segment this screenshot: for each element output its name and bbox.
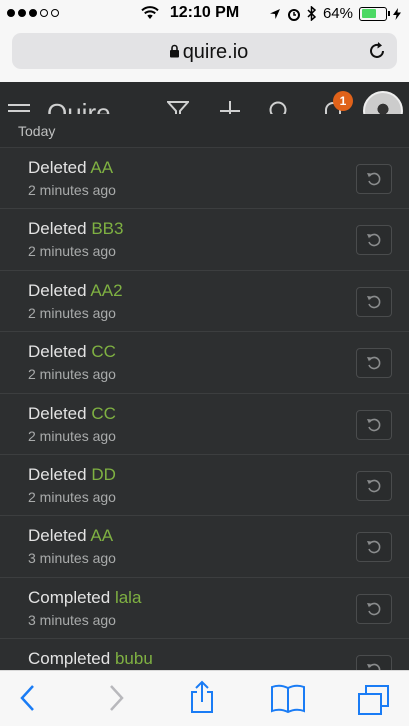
url-text: quire.io (12, 41, 397, 64)
item-action: Deleted (28, 342, 87, 362)
item-description: Completed lala (28, 588, 141, 608)
item-action: Deleted (28, 158, 87, 177)
undo-button[interactable] (356, 225, 392, 256)
browser-chrome: 12:10 PM 64% quire.io (0, 0, 409, 82)
list-item: Deleted AA 2 minutes ago (0, 148, 409, 210)
item-target-link[interactable]: CC (91, 404, 116, 423)
browser-toolbar (0, 670, 409, 726)
item-target-link[interactable]: AA (90, 158, 113, 177)
undo-icon (367, 295, 381, 309)
item-action: Completed (28, 587, 111, 607)
item-time: 2 minutes ago (28, 488, 116, 505)
forward-icon[interactable] (106, 684, 126, 712)
undo-icon (367, 418, 381, 431)
item-target-link[interactable]: bubu (115, 649, 153, 668)
item-time: 2 minutes ago (28, 366, 116, 383)
item-action: Completed (28, 649, 111, 669)
charging-icon (393, 7, 401, 20)
address-bar[interactable]: quire.io (12, 33, 397, 69)
item-action: Deleted (28, 403, 87, 423)
list-item: Deleted BB3 2 minutes ago (0, 209, 409, 271)
status-bar: 12:10 PM 64% (0, 0, 409, 28)
item-target-link[interactable]: AA2 (90, 281, 122, 300)
undo-button[interactable] (356, 655, 392, 670)
undo-button[interactable] (356, 164, 392, 194)
undo-icon (367, 172, 381, 186)
item-description: Deleted AA2 (28, 281, 123, 301)
undo-button[interactable] (356, 532, 392, 563)
list-item: Deleted AA 3 minutes ago (0, 516, 409, 578)
item-time: 2 minutes ago (28, 304, 116, 321)
list-item: Deleted CC 2 minutes ago (0, 332, 409, 394)
item-description: Deleted DD (28, 465, 116, 485)
undo-icon (367, 234, 381, 247)
list-item: Completed bubu (0, 639, 409, 670)
undo-icon (367, 479, 381, 493)
activity-list: Deleted AA 2 minutes ago Deleted BB3 2 m… (0, 148, 409, 670)
item-description: Deleted AA (28, 158, 113, 178)
undo-button[interactable] (356, 470, 392, 501)
item-target-link[interactable]: DD (91, 465, 116, 484)
item-description: Deleted CC (28, 342, 116, 362)
section-title: Today (18, 123, 56, 139)
section-header: Today (0, 114, 409, 148)
undo-button[interactable] (356, 409, 392, 440)
notification-badge[interactable]: 1 (333, 91, 353, 111)
undo-button[interactable] (356, 593, 392, 624)
share-icon[interactable] (188, 680, 216, 714)
item-description: Completed bubu (28, 649, 153, 669)
bookmarks-icon[interactable] (270, 684, 306, 714)
list-item: Completed lala 3 minutes ago (0, 578, 409, 640)
item-description: Deleted BB3 (28, 219, 123, 239)
undo-icon (367, 663, 381, 670)
list-item: Deleted AA2 2 minutes ago (0, 271, 409, 333)
bluetooth-icon (307, 6, 317, 21)
undo-icon (367, 541, 381, 554)
item-action: Deleted (28, 280, 87, 300)
app-header: Quire 1 (0, 82, 409, 118)
undo-icon (367, 602, 381, 615)
list-item: Deleted DD 2 minutes ago (0, 455, 409, 517)
alarm-icon (287, 8, 300, 21)
reload-icon[interactable] (367, 41, 387, 61)
item-description: Deleted AA (28, 526, 113, 546)
back-icon[interactable] (18, 684, 38, 712)
item-target-link[interactable]: AA (90, 526, 113, 545)
item-time: 3 minutes ago (28, 611, 116, 628)
status-indicators: 64% (269, 5, 401, 22)
item-action: Deleted (28, 526, 87, 546)
list-item: Deleted CC 2 minutes ago (0, 394, 409, 455)
item-action: Deleted (28, 219, 87, 239)
item-time: 2 minutes ago (28, 243, 116, 260)
item-time: 2 minutes ago (28, 182, 116, 198)
item-time: 3 minutes ago (28, 550, 116, 567)
item-action: Deleted (28, 464, 87, 484)
battery-icon (359, 6, 390, 21)
item-target-link[interactable]: CC (91, 342, 116, 361)
item-description: Deleted CC (28, 404, 116, 424)
undo-icon (367, 356, 381, 370)
undo-button[interactable] (356, 286, 392, 317)
url-value: quire.io (182, 41, 249, 63)
tabs-icon[interactable] (357, 684, 391, 716)
item-time: 2 minutes ago (28, 427, 116, 444)
item-target-link[interactable]: BB3 (91, 219, 123, 238)
item-target-link[interactable]: lala (115, 588, 141, 607)
battery-percent: 64% (322, 5, 353, 22)
undo-button[interactable] (356, 348, 392, 379)
location-icon (269, 8, 280, 19)
activity-panel: Today Deleted AA 2 minutes ago Deleted B… (0, 114, 409, 670)
